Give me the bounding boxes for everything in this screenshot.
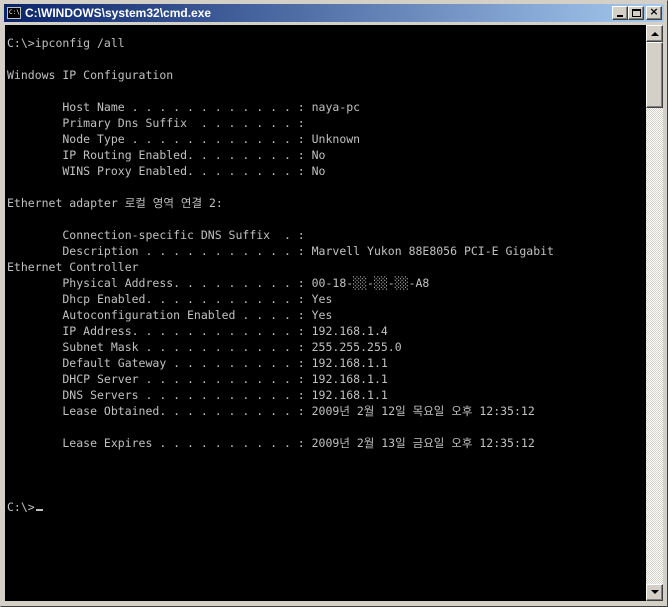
console-line: DNS Servers . . . . . . . . . . . : 192.…	[7, 388, 388, 402]
console-line: WINS Proxy Enabled. . . . . . . . : No	[7, 164, 326, 178]
console-line: Primary Dns Suffix . . . . . . . :	[7, 116, 305, 130]
minimize-button[interactable]	[612, 6, 628, 20]
command-prompt[interactable]: C:\>	[7, 500, 35, 514]
console-line: Lease Obtained. . . . . . . . . . : 2009…	[7, 404, 535, 418]
cmd-window: C:\ C:\WINDOWS\system32\cmd.exe × C:\>ip…	[0, 0, 668, 607]
console-line: IP Routing Enabled. . . . . . . . : No	[7, 148, 326, 162]
console-line: DHCP Server . . . . . . . . . . . : 192.…	[7, 372, 388, 386]
minimize-icon	[617, 15, 623, 17]
console-line: Dhcp Enabled. . . . . . . . . . . : Yes	[7, 292, 333, 306]
console-line: Ethernet adapter 로컬 영역 연결 2:	[7, 196, 223, 210]
title-bar[interactable]: C:\ C:\WINDOWS\system32\cmd.exe ×	[4, 4, 664, 22]
cmd-app-icon[interactable]: C:\	[7, 7, 21, 19]
window-title: C:\WINDOWS\system32\cmd.exe	[25, 6, 212, 20]
text-cursor	[35, 509, 43, 511]
maximize-icon	[632, 9, 641, 17]
console-line: Ethernet Controller	[7, 260, 139, 274]
console-line: Physical Address. . . . . . . . . : 00-1…	[7, 276, 430, 290]
close-button[interactable]: ×	[646, 6, 662, 20]
arrow-up-icon	[651, 32, 659, 36]
console-line: Connection-specific DNS Suffix . :	[7, 228, 305, 242]
console-line: Subnet Mask . . . . . . . . . . . : 255.…	[7, 340, 402, 354]
vertical-scrollbar[interactable]	[646, 25, 663, 601]
scroll-thumb[interactable]	[646, 42, 663, 108]
caption-buttons: ×	[612, 6, 662, 20]
console-line: C:\>ipconfig /all	[7, 36, 125, 50]
console-line: Lease Expires . . . . . . . . . . : 2009…	[7, 436, 535, 450]
console-line: Description . . . . . . . . . . . : Marv…	[7, 244, 554, 258]
console-line: Default Gateway . . . . . . . . . : 192.…	[7, 356, 388, 370]
console-line: Node Type . . . . . . . . . . . . : Unkn…	[7, 132, 361, 146]
console-line: Windows IP Configuration	[7, 68, 174, 82]
scroll-down-button[interactable]	[646, 584, 663, 601]
arrow-down-icon	[651, 590, 659, 594]
scroll-up-button[interactable]	[646, 25, 663, 42]
console-text: C:\>ipconfig /all Windows IP Configurati…	[5, 25, 646, 515]
maximize-button[interactable]	[628, 6, 644, 20]
console-output[interactable]: C:\>ipconfig /all Windows IP Configurati…	[5, 25, 646, 601]
console-line: Autoconfiguration Enabled . . . . : Yes	[7, 308, 333, 322]
console-line: IP Address. . . . . . . . . . . . : 192.…	[7, 324, 388, 338]
console-line: Host Name . . . . . . . . . . . . : naya…	[7, 100, 361, 114]
close-icon: ×	[649, 5, 659, 18]
